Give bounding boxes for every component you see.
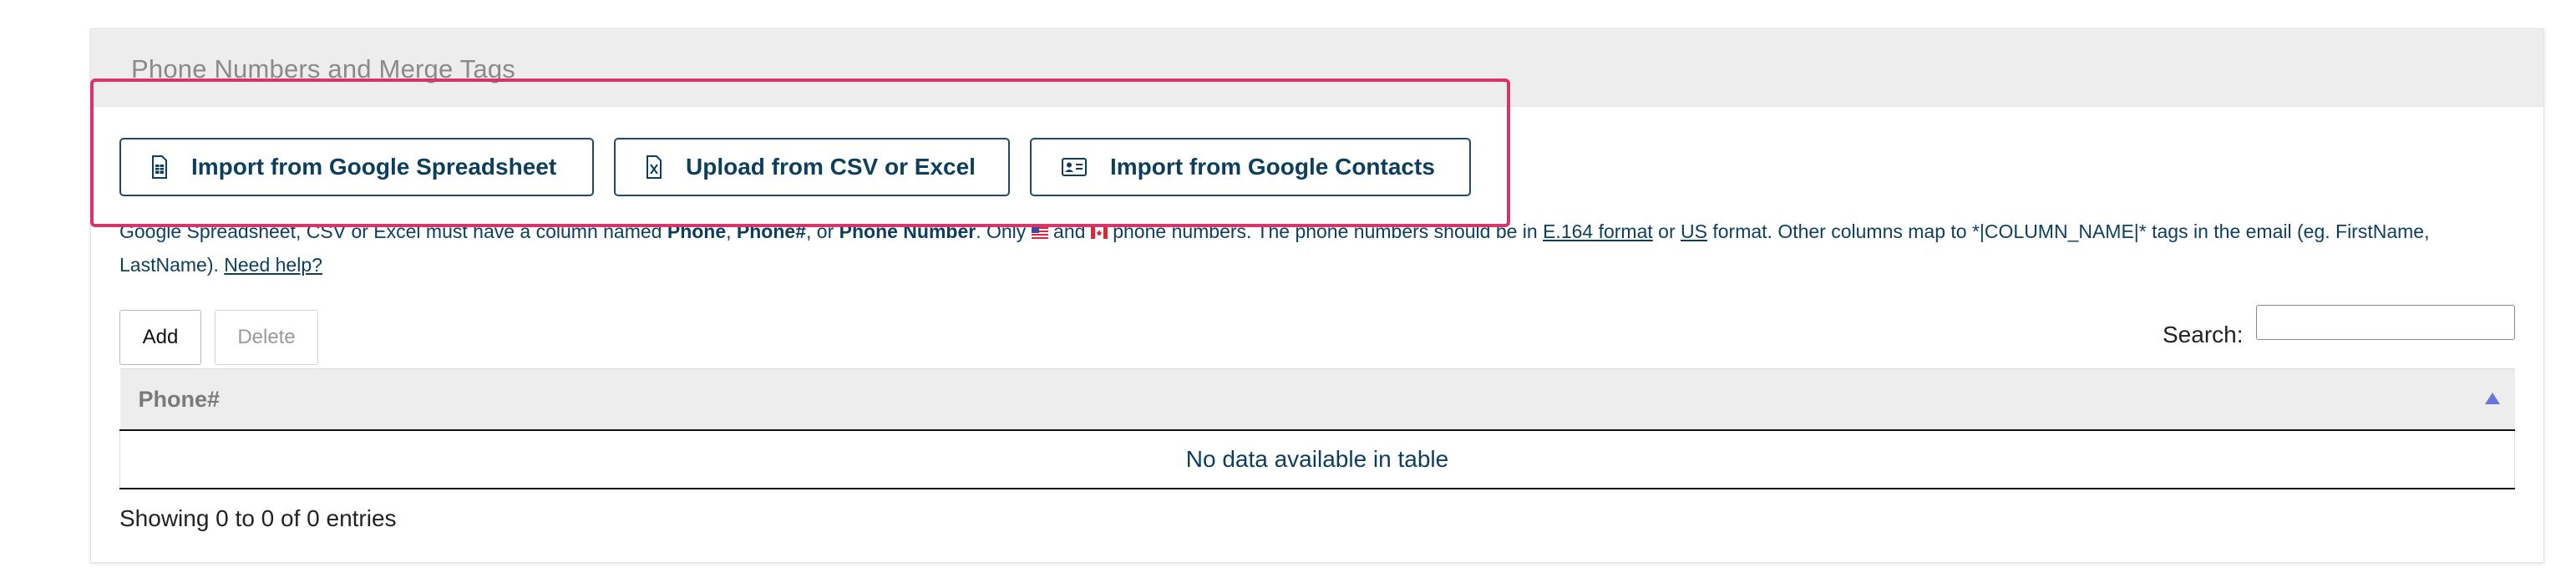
us-flag-icon [1031, 227, 1048, 239]
help-text-part: phone numbers. The phone numbers should … [1107, 220, 1544, 242]
canada-flag-icon [1090, 227, 1108, 239]
column-name-phone-hash: Phone# [736, 220, 806, 242]
import-google-spreadsheet-label: Import from Google Spreadsheet [191, 154, 557, 180]
help-text-part: . Only [976, 220, 1032, 242]
phone-column-label: Phone# [138, 386, 221, 412]
phone-numbers-table: Phone# No data available in table [119, 368, 2515, 489]
import-google-contacts-label: Import from Google Contacts [1110, 154, 1435, 180]
excel-file-icon [646, 155, 662, 179]
table-entries-info: Showing 0 to 0 of 0 entries [119, 505, 397, 531]
sort-ascending-icon [2484, 393, 2500, 404]
empty-table-message: No data available in table [119, 430, 2515, 489]
help-text-part: and [1047, 220, 1091, 242]
table-header-row: Phone# [119, 368, 2515, 431]
import-google-contacts-button[interactable]: Import from Google Contacts [1030, 138, 1471, 196]
panel-header: Phone Numbers and Merge Tags [91, 29, 2543, 107]
help-text-part: or [1652, 220, 1681, 242]
phone-column-header[interactable]: Phone# [119, 368, 2515, 431]
help-text-part: Google Spreadsheet, CSV or Excel must ha… [119, 220, 667, 242]
e164-format-link[interactable]: E.164 format [1543, 220, 1653, 242]
column-name-phone: Phone [667, 220, 727, 242]
column-name-phone-number: Phone Number [839, 220, 976, 242]
help-text-part: , or [806, 220, 839, 242]
delete-button[interactable]: Delete [215, 310, 318, 365]
spreadsheet-icon [151, 155, 168, 179]
help-text-part: , [726, 220, 737, 242]
panel-title: Phone Numbers and Merge Tags [131, 54, 515, 84]
upload-csv-excel-button[interactable]: Upload from CSV or Excel [614, 138, 1010, 196]
add-button[interactable]: Add [119, 310, 201, 365]
table-row: No data available in table [119, 430, 2515, 489]
phone-numbers-panel: Phone Numbers and Merge Tags Import from… [90, 28, 2544, 563]
import-google-spreadsheet-button[interactable]: Import from Google Spreadsheet [119, 138, 594, 196]
search-label: Search: [2163, 322, 2244, 347]
upload-csv-excel-label: Upload from CSV or Excel [686, 154, 976, 180]
contact-card-icon [1062, 158, 1087, 176]
us-format-link[interactable]: US [1681, 220, 1707, 242]
import-help-text: Google Spreadsheet, CSV or Excel must ha… [119, 215, 2525, 281]
need-help-link[interactable]: Need help? [224, 254, 322, 276]
search-input[interactable] [2256, 305, 2515, 340]
